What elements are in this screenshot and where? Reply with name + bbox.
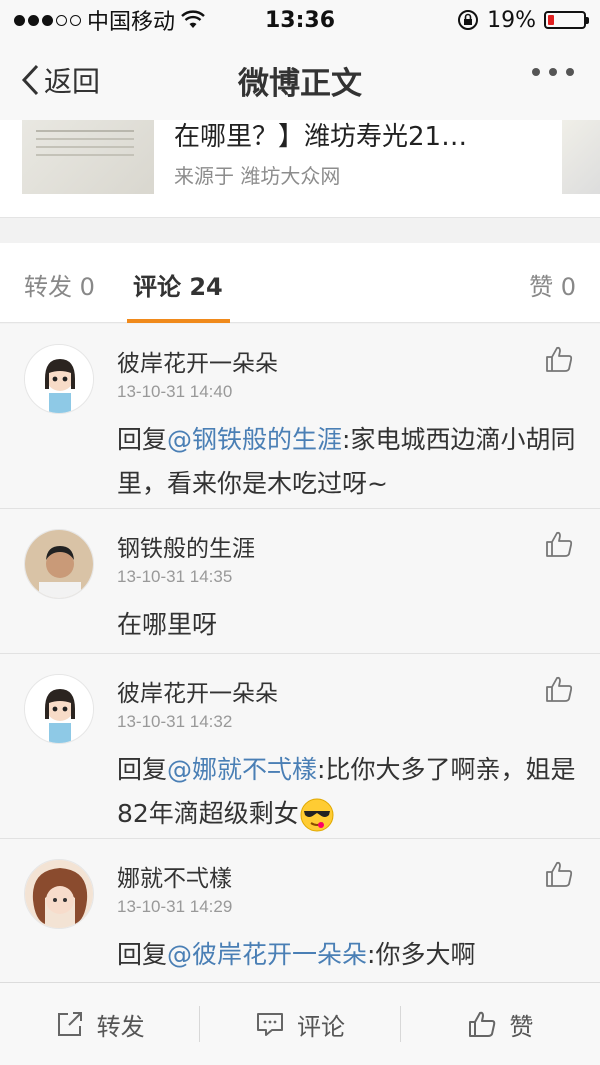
comment-item[interactable]: 彼岸花开一朵朵 13-10-31 14:40 回复@钢铁般的生涯:家电城西边滴小…: [0, 324, 600, 509]
avatar[interactable]: [24, 674, 94, 744]
tab-like[interactable]: 赞 0: [529, 267, 576, 302]
comment-time: 13-10-31 14:35: [117, 567, 233, 586]
repost-label: 转发: [96, 1012, 145, 1041]
thumbs-up-icon: [469, 1011, 496, 1037]
chevron-left-icon: [21, 64, 39, 96]
like-label: 赞: [509, 1012, 534, 1041]
battery-icon: [544, 11, 589, 29]
back-label: 返回: [44, 65, 101, 98]
avatar[interactable]: [24, 529, 94, 599]
navigation-bar: 返回 微博正文: [0, 40, 600, 120]
avatar[interactable]: [24, 859, 94, 929]
comment-username[interactable]: 钢铁般的生涯: [117, 529, 255, 563]
avatar[interactable]: [24, 344, 94, 414]
tab-comment[interactable]: 评论 24: [133, 267, 223, 302]
comment-username[interactable]: 娜就不弌樣: [117, 859, 232, 893]
tab-repost[interactable]: 转发 0: [24, 267, 95, 302]
comment-text: 在哪里呀: [117, 610, 218, 639]
back-button[interactable]: 返回: [20, 60, 100, 100]
article-title: 在哪里？】潍坊寿光21…: [174, 122, 468, 152]
comment-username[interactable]: 彼岸花开一朵朵: [117, 344, 278, 378]
active-tab-indicator: [127, 319, 230, 323]
comment-icon: [256, 1013, 283, 1036]
article-link-card[interactable]: 在哪里？】潍坊寿光21… 来源于 潍坊大众网: [0, 120, 600, 218]
comment-label: 评论: [296, 1012, 345, 1041]
comment-time: 13-10-31 14:32: [117, 712, 233, 731]
comment-item[interactable]: 钢铁般的生涯 13-10-31 14:35 在哪里呀: [0, 509, 600, 654]
wifi-icon: [181, 10, 205, 28]
status-bar: 中国移动 13:36 19%: [0, 0, 600, 40]
comment-item[interactable]: 彼岸花开一朵朵 13-10-31 14:32 回复@娜就不弌樣:比你大多了啊亲，…: [0, 654, 600, 839]
comment-list: 彼岸花开一朵朵 13-10-31 14:40 回复@钢铁般的生涯:家电城西边滴小…: [0, 324, 600, 984]
thumbs-up-icon[interactable]: [544, 859, 574, 889]
thumbs-up-icon[interactable]: [544, 344, 574, 374]
repost-button[interactable]: 转发: [0, 1007, 199, 1042]
mention-link[interactable]: @钢铁般的生涯: [167, 425, 342, 454]
battery-percent: 19%: [487, 7, 536, 33]
cool-sunglasses-emoji-icon: [300, 798, 334, 832]
orientation-lock-icon: [458, 10, 479, 30]
comment-button[interactable]: 评论: [200, 1007, 399, 1042]
comment-username[interactable]: 彼岸花开一朵朵: [117, 674, 278, 708]
like-button[interactable]: 赞: [401, 1007, 600, 1042]
article-source: 来源于 潍坊大众网: [174, 164, 341, 188]
comment-text: 回复@娜就不弌樣:比你大多了啊亲，姐是82年滴超级剩女: [117, 748, 580, 836]
tab-bar: 转发 0 评论 24 赞 0: [0, 243, 600, 323]
comment-time: 13-10-31 14:40: [117, 382, 233, 401]
comment-text: 回复@彼岸花开一朵朵:你多大啊: [117, 940, 476, 969]
carrier-name: 中国移动: [87, 10, 176, 35]
next-card-preview: [562, 120, 600, 194]
comment-item[interactable]: 娜就不弌樣 13-10-31 14:29 回复@彼岸花开一朵朵:你多大啊: [0, 839, 600, 984]
mention-link[interactable]: @娜就不弌樣: [167, 755, 317, 784]
comment-time: 13-10-31 14:29: [117, 897, 233, 916]
signal-strength-icon: [14, 14, 81, 26]
thumbs-up-icon[interactable]: [544, 529, 574, 559]
share-icon: [57, 1012, 82, 1036]
comment-text: 回复@钢铁般的生涯:家电城西边滴小胡同里，看来你是木吃过呀~: [117, 425, 576, 498]
thumbs-up-icon[interactable]: [544, 674, 574, 704]
mention-link[interactable]: @彼岸花开一朵朵: [167, 940, 367, 969]
article-thumbnail: [22, 120, 154, 194]
more-options-icon[interactable]: [532, 68, 574, 76]
bottom-toolbar: 转发 评论 赞: [0, 982, 600, 1065]
page-title: 微博正文: [238, 65, 362, 102]
